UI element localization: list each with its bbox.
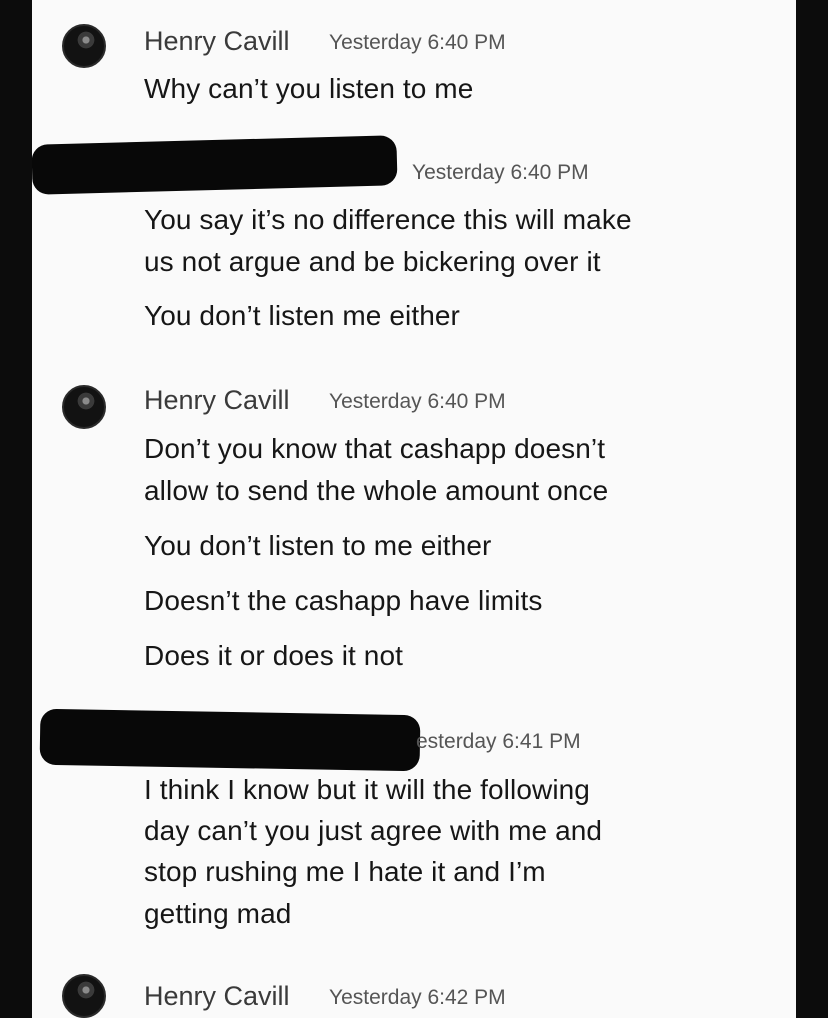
message-text: Doesn’t the cashapp have limits (144, 585, 543, 616)
sender-name[interactable]: Henry Cavill (144, 26, 290, 57)
message-text: You don’t listen me either (144, 300, 460, 331)
message-text: stop rushing me I hate it and I’m (144, 856, 546, 887)
message-timestamp: Yesterday 6:40 PM (329, 31, 506, 54)
sender-name[interactable]: Henry Cavill (144, 981, 290, 1012)
message-text: Why can’t you listen to me (144, 73, 474, 104)
message-text: Don’t you know that cashapp doesn’t (144, 433, 606, 464)
message-text: Does it or does it not (144, 640, 403, 671)
message-text: You don’t listen to me either (144, 530, 492, 561)
message-text: You say it’s no difference this will mak… (144, 204, 632, 235)
chat-screenshot: Henry Cavill Yesterday 6:40 PM Why can’t… (32, 0, 796, 1018)
avatar[interactable] (62, 974, 106, 1018)
message-timestamp: Yesterday 6:40 PM (329, 390, 506, 413)
message-timestamp: Yesterday 6:42 PM (329, 986, 506, 1009)
avatar[interactable] (62, 24, 106, 68)
message-text: allow to send the whole amount once (144, 475, 609, 506)
redacted-sender (32, 135, 398, 195)
message-text: I think I know but it will the following (144, 774, 590, 805)
redacted-sender (39, 708, 421, 772)
message-timestamp: esterday 6:41 PM (416, 730, 581, 753)
avatar[interactable] (62, 385, 106, 429)
message-text: us not argue and be bickering over it (144, 246, 601, 277)
message-text: day can’t you just agree with me and (144, 815, 603, 846)
message-timestamp: Yesterday 6:40 PM (412, 161, 589, 184)
message-text: getting mad (144, 898, 292, 929)
sender-name[interactable]: Henry Cavill (144, 385, 290, 416)
